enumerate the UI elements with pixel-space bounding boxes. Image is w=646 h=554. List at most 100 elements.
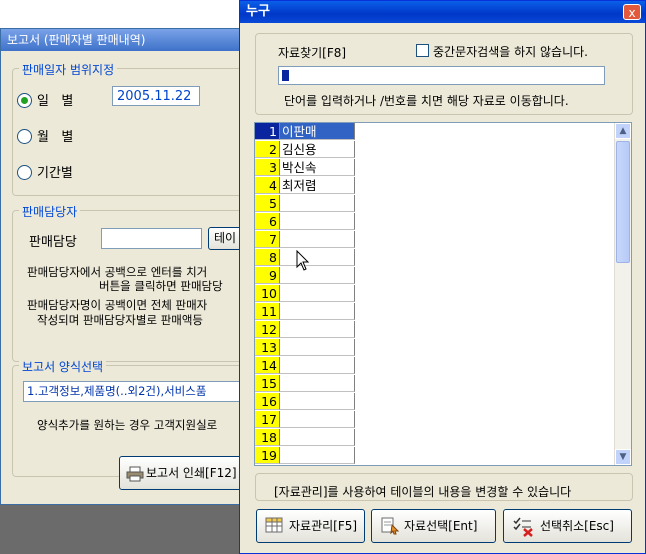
table-row[interactable]: 6: [255, 213, 617, 231]
row-number: 9: [255, 267, 280, 284]
row-name-cell[interactable]: [280, 267, 355, 284]
seller-legend: 판매담당자: [19, 203, 81, 220]
row-name-cell[interactable]: 최저렴: [280, 177, 355, 194]
row-number: 15: [255, 375, 280, 392]
close-icon[interactable]: x: [623, 4, 641, 20]
cancel-selection-button-label: 선택취소[Esc]: [540, 519, 614, 533]
table-row[interactable]: 16: [255, 393, 617, 411]
seller-help-line-4: 작성되며 판매담당자별로 판매액등: [37, 313, 204, 327]
print-report-button[interactable]: 보고서 인쇄[F12]: [119, 456, 249, 490]
form-select[interactable]: 1.고객정보,제품명(..외2건),서비스품: [23, 381, 245, 402]
radio-daily-label: 일 별: [37, 94, 74, 109]
row-number: 6: [255, 213, 280, 230]
row-name-cell[interactable]: [280, 357, 355, 374]
row-number: 19: [255, 447, 280, 464]
search-label: 자료찾기[F8]: [278, 46, 347, 60]
report-window-title: 보고서 (판매자별 판매내역): [1, 29, 246, 51]
row-number: 16: [255, 393, 280, 410]
row-number: 8: [255, 249, 280, 266]
radio-monthly[interactable]: [17, 129, 32, 144]
row-name-cell[interactable]: 김신용: [280, 141, 355, 158]
row-number: 10: [255, 285, 280, 302]
radio-monthly-label: 월 별: [37, 130, 74, 145]
table-icon: [265, 517, 283, 533]
manage-button-label: 자료관리[F5]: [289, 519, 358, 533]
manage-note: [자료관리]를 사용하여 테이블의 내용을 변경할 수 있습니다: [274, 485, 572, 499]
table-row[interactable]: 5: [255, 195, 617, 213]
table-row[interactable]: 11: [255, 303, 617, 321]
table-row[interactable]: 1 이판매: [255, 123, 617, 141]
table-row[interactable]: 10: [255, 285, 617, 303]
form-legend: 보고서 양식선택: [19, 358, 107, 375]
row-number: 17: [255, 411, 280, 428]
row-name-cell[interactable]: 박신속: [280, 159, 355, 176]
mid-search-checkbox-label: 중간문자검색을 하지 않습니다.: [433, 45, 588, 59]
table-row[interactable]: 4 최저렴: [255, 177, 617, 195]
row-number: 13: [255, 339, 280, 356]
row-name-cell[interactable]: [280, 393, 355, 410]
table-row[interactable]: 2 김신용: [255, 141, 617, 159]
scroll-down-icon[interactable]: ▼: [615, 449, 631, 465]
row-name-cell[interactable]: [280, 429, 355, 446]
table-row[interactable]: 3 박신속: [255, 159, 617, 177]
table-row[interactable]: 7: [255, 231, 617, 249]
search-input[interactable]: [278, 66, 605, 85]
manage-button[interactable]: 자료관리[F5]: [256, 509, 365, 543]
record-grid[interactable]: 1 이판매 2 김신용 3 박신속 4 최저렴 5 6 7 8 9 10 11 12 13 14 15 16 17 18 1…: [254, 122, 632, 466]
row-name-cell[interactable]: [280, 375, 355, 392]
row-name-cell[interactable]: 이판매: [280, 123, 355, 140]
row-number: 12: [255, 321, 280, 338]
row-name-cell[interactable]: [280, 213, 355, 230]
row-number: 5: [255, 195, 280, 212]
select-button[interactable]: 자료선택[Ent]: [371, 509, 496, 543]
row-name-cell[interactable]: [280, 195, 355, 212]
row-number: 2: [255, 141, 280, 158]
row-number: 14: [255, 357, 280, 374]
row-name-cell[interactable]: [280, 285, 355, 302]
row-number: 18: [255, 429, 280, 446]
mid-search-checkbox[interactable]: [416, 44, 429, 57]
form-help: 양식추가를 원하는 경우 고객지원실로: [37, 418, 218, 432]
lookup-dialog: 누구 x 자료찾기[F8] 중간문자검색을 하지 않습니다. 단어를 입력하거나…: [239, 0, 646, 554]
row-name-cell[interactable]: [280, 321, 355, 338]
dialog-title: 누구: [240, 1, 645, 23]
scroll-thumb[interactable]: [616, 141, 630, 263]
print-report-label: 보고서 인쇄[F12]: [146, 466, 237, 480]
radio-range-label: 기간별: [37, 166, 73, 181]
row-number: 3: [255, 159, 280, 176]
row-name-cell[interactable]: [280, 339, 355, 356]
table-row[interactable]: 15: [255, 375, 617, 393]
table-row[interactable]: 13: [255, 339, 617, 357]
cancel-selection-button[interactable]: 선택취소[Esc]: [503, 509, 632, 543]
date-input[interactable]: 2005.11.22: [112, 86, 200, 106]
table-row[interactable]: 12: [255, 321, 617, 339]
vertical-scrollbar[interactable]: ▲ ▼: [614, 123, 631, 465]
row-name-cell[interactable]: [280, 231, 355, 248]
row-number: 1: [255, 123, 280, 140]
scroll-up-icon[interactable]: ▲: [615, 123, 631, 139]
radio-daily[interactable]: [17, 93, 32, 108]
cancel-checklist-icon: [513, 517, 533, 537]
seller-help-line-2: 버튼을 클릭하면 판매담당: [99, 279, 223, 293]
radio-range[interactable]: [17, 165, 32, 180]
table-row[interactable]: 19: [255, 447, 617, 465]
row-number: 11: [255, 303, 280, 320]
table-row[interactable]: 18: [255, 429, 617, 447]
table-row[interactable]: 14: [255, 357, 617, 375]
row-name-cell[interactable]: [280, 411, 355, 428]
period-legend: 판매일자 범위지정: [19, 61, 118, 78]
seller-input[interactable]: [101, 228, 202, 249]
table-row[interactable]: 17: [255, 411, 617, 429]
row-name-cell[interactable]: [280, 303, 355, 320]
row-name-cell[interactable]: [280, 447, 355, 464]
seller-field-label: 판매담당: [29, 235, 77, 250]
seller-help-line-3: 판매담당자명이 공백이면 전체 판매자: [27, 298, 208, 312]
row-name-cell[interactable]: [280, 249, 355, 266]
select-document-icon: [381, 517, 400, 535]
row-number: 7: [255, 231, 280, 248]
mouse-cursor-icon: [296, 250, 310, 271]
search-hint: 단어를 입력하거나 /번호를 치면 해당 자료로 이동합니다.: [284, 94, 569, 108]
report-window: 보고서 (판매자별 판매내역) 판매일자 범위지정 일 별 2005.11.22…: [0, 28, 254, 505]
printer-icon: [126, 466, 144, 482]
row-number: 4: [255, 177, 280, 194]
